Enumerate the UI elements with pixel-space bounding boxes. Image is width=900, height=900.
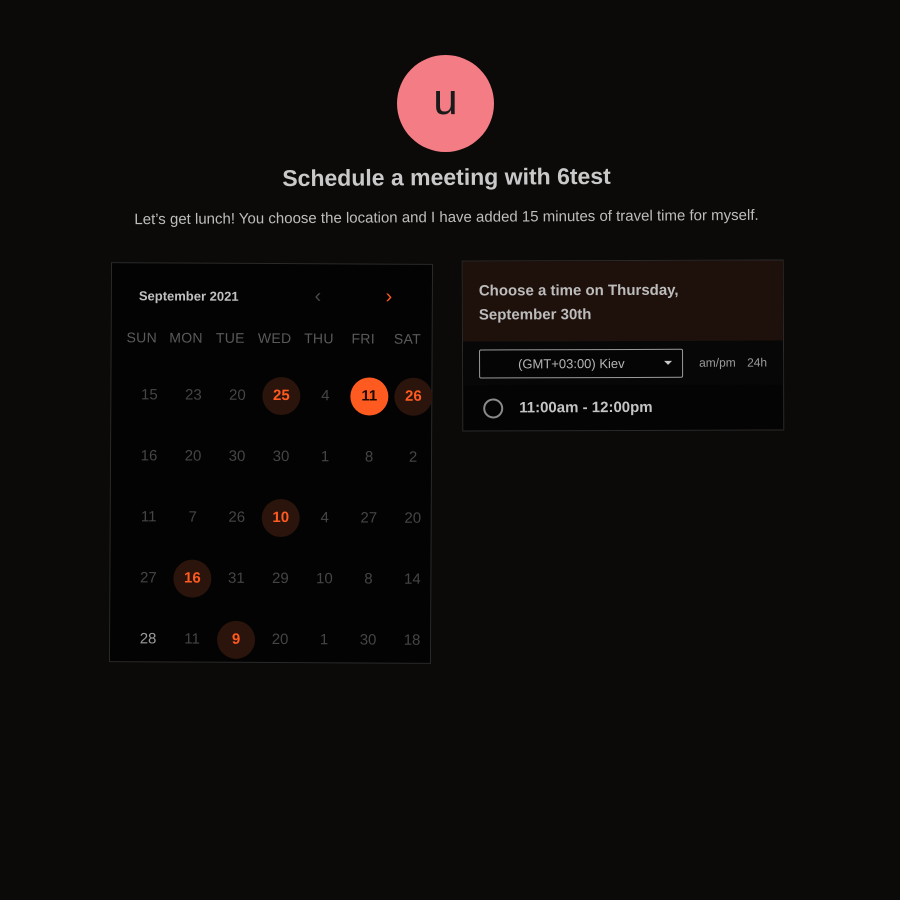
calendar-day-number: 20 [184, 447, 202, 465]
radio-button-icon[interactable] [483, 398, 504, 419]
weekday-label: SAT [393, 330, 422, 347]
calendar-day: 23 [171, 364, 215, 425]
calendar-day-number: 26 [394, 377, 433, 416]
calendar-day-number: 4 [321, 387, 330, 405]
calendar-day-number: 14 [404, 570, 421, 588]
calendar-day-number: 20 [271, 631, 289, 649]
calendar-day: 30 [215, 426, 259, 487]
weekday-label: FRI [351, 330, 375, 347]
calendar-day[interactable]: 9 [214, 609, 258, 670]
calendar-day: 26 [215, 487, 259, 548]
calendar-day-number: 4 [320, 509, 329, 527]
time-panel-header: Choose a time on Thursday, September 30t… [462, 260, 783, 343]
format-ampm-toggle[interactable]: am/pm [699, 356, 736, 370]
timezone-select[interactable]: (GMT+03:00) Kiev [479, 348, 684, 379]
avatar: u [397, 55, 494, 152]
calendar-day-number: 27 [140, 569, 157, 587]
calendar-day[interactable]: 11 [347, 365, 391, 426]
calendar-day-number: 26 [228, 508, 246, 526]
calendar-day-number: 30 [359, 631, 377, 649]
calendar-day: 30 [346, 609, 390, 670]
calendar-day: 10 [302, 548, 346, 609]
calendar-day: 29 [258, 548, 302, 609]
calendar-day-number: 23 [184, 386, 202, 404]
calendar-day: 1 [303, 426, 347, 487]
weekday-label: THU [304, 330, 334, 347]
calendar-day-number: 1 [319, 631, 329, 649]
calendar-day[interactable]: 25 [259, 365, 303, 426]
calendar-day-number: 11 [184, 630, 200, 648]
calendar-day: 2 [391, 427, 435, 488]
calendar-day-number: 2 [408, 448, 418, 466]
caret-down-icon [664, 360, 673, 365]
page-description: Let’s get lunch! You choose the location… [134, 206, 759, 229]
calendar-day-number: 31 [228, 569, 245, 587]
calendar-day: 4 [303, 365, 347, 426]
time-panel-heading: Choose a time on Thursday, September 30t… [478, 281, 679, 324]
calendar-month-label: September 2021 [138, 288, 239, 304]
calendar-day: 20 [171, 425, 215, 486]
timezone-row: (GMT+03:00) Kiev am/pm 24h [462, 340, 784, 386]
calendar-day: 18 [390, 610, 434, 671]
calendar-day-number: 10 [261, 498, 300, 537]
calendar-day: 11 [127, 486, 171, 547]
calendar-day: 15 [127, 364, 171, 425]
calendar-day: 27 [126, 547, 170, 608]
weekday-label: SUN [126, 329, 158, 346]
calendar: September 2021 ‹ › SUN MON TUE WED THU F… [108, 262, 434, 664]
calendar-day[interactable]: 26 [391, 366, 435, 427]
calendar-day-number: 16 [140, 447, 158, 465]
timezone-value: (GMT+03:00) Kiev [518, 355, 625, 372]
calendar-day: 14 [390, 549, 434, 610]
calendar-day-number: 25 [262, 376, 301, 415]
weekday-label: TUE [215, 329, 245, 346]
calendar-day: 20 [215, 365, 259, 426]
chevron-left-icon[interactable]: ‹ [307, 285, 329, 308]
calendar-day-number: 16 [173, 558, 212, 598]
calendar-day-number: 7 [188, 508, 197, 526]
calendar-day-grid: 15 23 20 25 4 11 26 16 20 30 30 1 8 2 11 7 26 10 4 27 20 27 16… [126, 364, 434, 671]
calendar-day: 20 [258, 609, 302, 670]
time-slot[interactable]: 11:00am - 12:00pm [463, 384, 783, 431]
calendar-day-number: 20 [404, 509, 422, 527]
calendar-day[interactable]: 10 [259, 487, 303, 548]
calendar-day-number: 29 [272, 570, 289, 588]
scheduling-page: u Schedule a meeting with 6test Let’s ge… [0, 0, 900, 900]
calendar-day: 4 [303, 487, 347, 548]
calendar-day-number: 11 [140, 508, 157, 526]
calendar-day: 20 [391, 488, 435, 549]
calendar-day: 1 [302, 609, 346, 670]
calendar-day-number: 8 [364, 570, 373, 588]
calendar-day-number: 1 [320, 448, 330, 466]
calendar-day: 28 [126, 608, 170, 669]
calendar-day-number: 8 [364, 448, 374, 466]
time-picker-panel: Choose a time on Thursday, September 30t… [461, 259, 785, 432]
calendar-day: 11 [170, 608, 214, 669]
calendar-day-number: 18 [403, 631, 421, 649]
calendar-day-number: 20 [228, 386, 246, 404]
calendar-day: 27 [347, 487, 391, 548]
calendar-day-number: 27 [360, 509, 378, 527]
calendar-day-number: 30 [272, 448, 290, 466]
calendar-day-number: 15 [140, 386, 158, 404]
calendar-day: 8 [346, 548, 390, 609]
format-24h-toggle[interactable]: 24h [747, 355, 767, 369]
calendar-day: 30 [259, 426, 303, 487]
page-title: Schedule a meeting with 6test [282, 162, 611, 192]
calendar-day-number: 11 [350, 376, 389, 416]
calendar-day: 31 [214, 548, 258, 609]
weekday-header: SUN MON TUE WED THU FRI SAT [120, 329, 430, 347]
weekday-label: WED [257, 329, 292, 347]
calendar-day: 16 [127, 425, 171, 486]
weekday-label: MON [169, 329, 203, 346]
calendar-day: 8 [347, 426, 391, 487]
chevron-right-icon[interactable]: › [378, 286, 400, 309]
calendar-day-number: 28 [139, 630, 157, 648]
calendar-day-number: 9 [216, 620, 256, 659]
calendar-day-number: 30 [228, 447, 246, 465]
calendar-day: 7 [171, 486, 215, 547]
calendar-day[interactable]: 16 [170, 547, 214, 608]
time-slot-label: 11:00am - 12:00pm [519, 398, 653, 417]
calendar-day-number: 10 [316, 570, 333, 588]
